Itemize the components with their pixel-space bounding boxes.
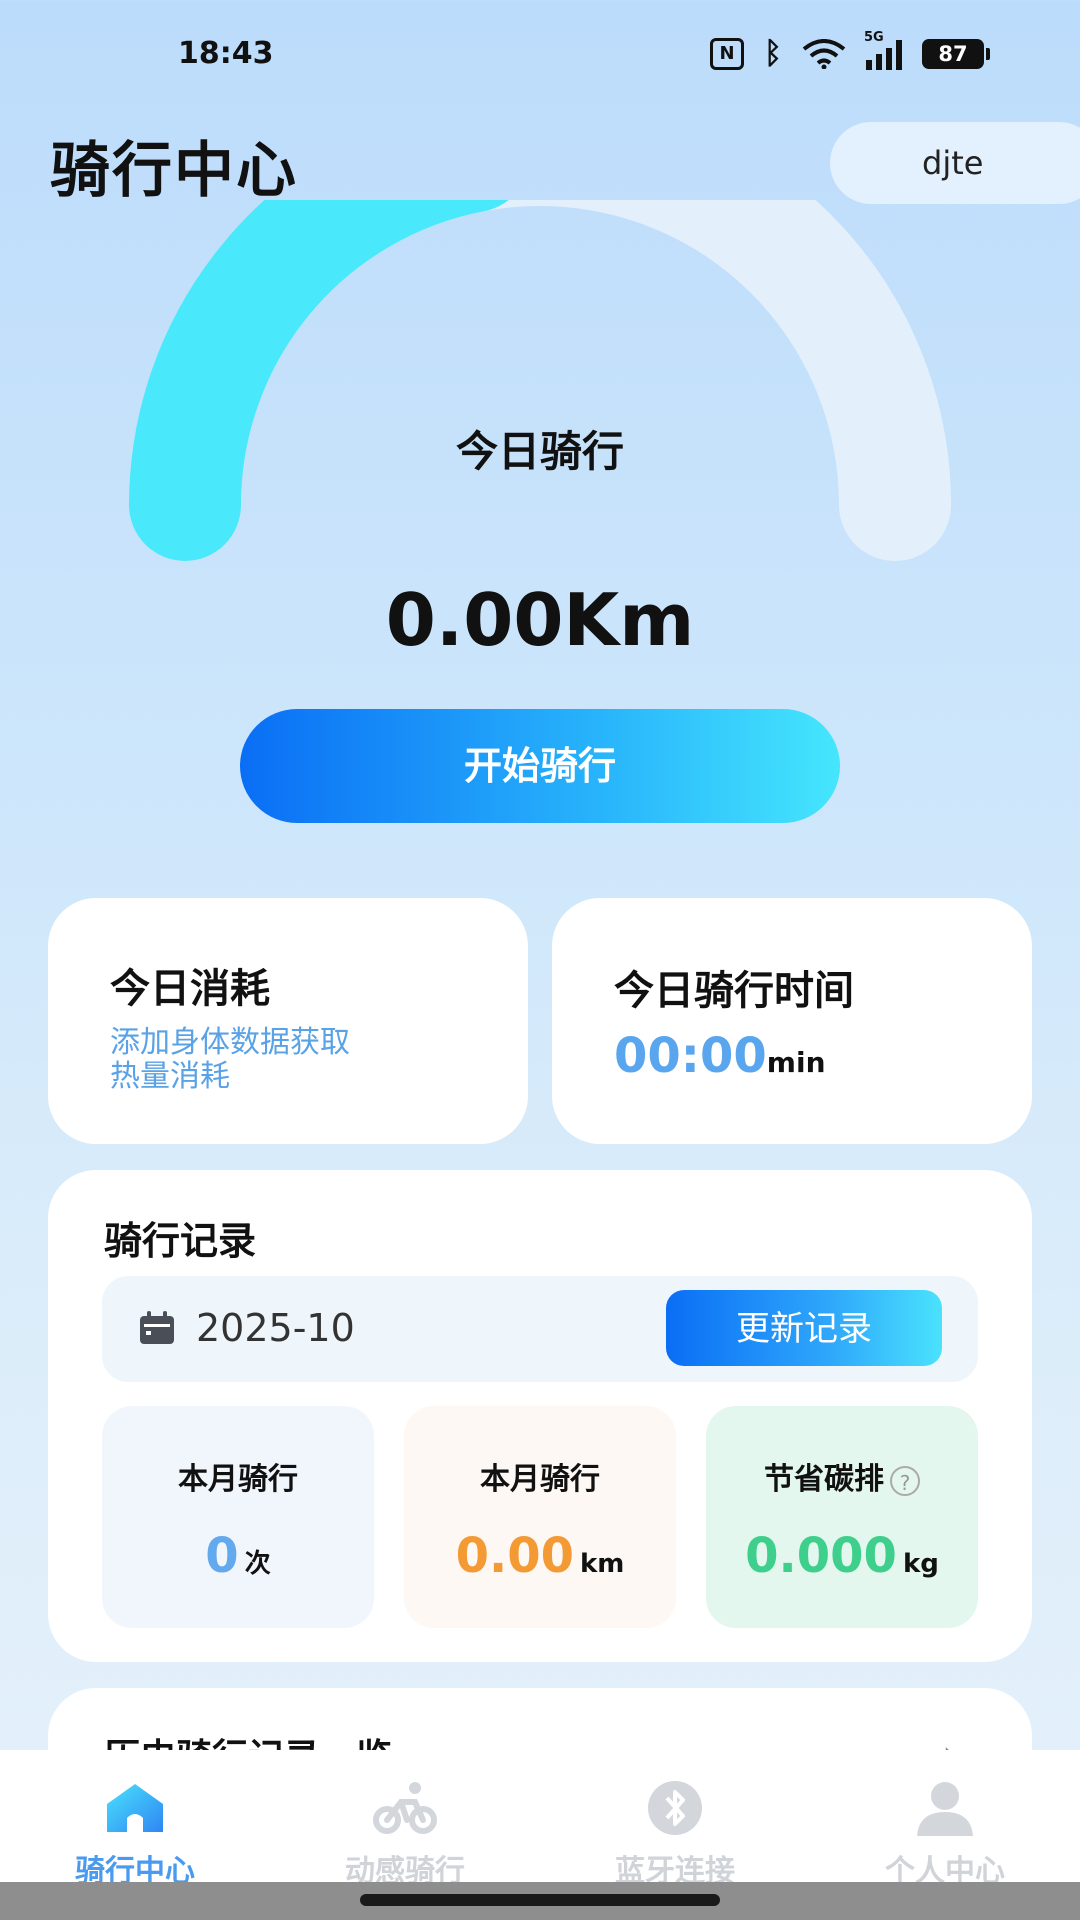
stat-label: 节省碳排 [764,1462,884,1497]
home-icon [107,1784,163,1832]
stat-label: 本月骑行 [480,1462,600,1497]
start-ride-button[interactable]: 开始骑行 [240,709,840,823]
network-type-label: 5G [864,29,884,45]
tab-profile[interactable]: 个人中心 [810,1780,1080,1890]
tab-spinning[interactable]: 动感骑行 [270,1780,540,1890]
stat-value: 0 [205,1528,239,1584]
stat-value: 0.00 [455,1528,575,1584]
time-value-row: 00:00min [614,1028,826,1084]
time-value: 00:00 [614,1028,767,1084]
stat-ride-count: 本月骑行 0次 [102,1406,374,1628]
wifi-icon [802,38,846,69]
page-title: 骑行中心 [50,136,298,206]
calories-hint-line2: 热量消耗 [110,1059,230,1094]
selected-month: 2025-10 [196,1306,355,1350]
today-distance-value: 0.00Km [385,578,695,662]
calories-hint-line1: 添加身体数据获取 [110,1025,350,1060]
person-icon [917,1782,973,1836]
stat-value-row: 0.000 kg [706,1528,978,1584]
battery-icon: 87 [922,38,990,69]
month-selector[interactable]: 2025-10 更新记录 [102,1276,978,1382]
today-distance-gauge [129,200,951,561]
user-chip[interactable]: djte [830,122,1080,204]
today-calories-card[interactable]: 今日消耗 添加身体数据获取 热量消耗 [48,898,528,1144]
bluetooth-status-icon: ᛒ [764,36,782,71]
cell-signal-icon: 5G [864,30,902,70]
calories-title: 今日消耗 [110,966,270,1012]
stat-unit: km [580,1549,625,1579]
status-icons: N ᛒ 5G 87 [710,30,990,71]
nfc-icon: N [710,37,744,70]
ride-records-card: 骑行记录 2025-10 更新记录 本月骑行 0次 本月骑行 0.00 km 节省… [48,1170,1032,1662]
time-title: 今日骑行时间 [614,968,854,1014]
stat-value-row: 0次 [102,1528,374,1584]
records-title: 骑行记录 [104,1219,257,1263]
stat-label-row: 节省碳排? [706,1454,978,1498]
update-records-button[interactable]: 更新记录 [666,1290,942,1366]
status-bar: 18:43 N ᛒ 5G 87 [0,0,1080,110]
stat-ride-distance: 本月骑行 0.00 km [404,1406,676,1628]
stat-label: 本月骑行 [178,1462,298,1497]
stat-carbon-saved: 节省碳排? 0.000 kg [706,1406,978,1628]
tab-ride-center[interactable]: 骑行中心 [0,1780,270,1890]
time-unit: min [766,1046,826,1079]
home-indicator[interactable] [360,1894,720,1906]
bluetooth-icon [648,1781,702,1835]
today-time-card: 今日骑行时间 00:00min [552,898,1032,1144]
stat-unit: kg [902,1549,939,1579]
tab-bluetooth[interactable]: 蓝牙连接 [540,1780,810,1890]
stat-value-row: 0.00 km [404,1528,676,1584]
bicycle-icon [373,1782,437,1834]
gauge-label: 今日骑行 [455,427,624,476]
calories-hint: 添加身体数据获取 热量消耗 [110,1026,350,1094]
stat-unit: 次 [244,1549,271,1579]
help-icon[interactable]: ? [890,1465,920,1496]
status-time: 18:43 [178,36,274,71]
calendar-icon [140,1311,174,1344]
stat-value: 0.000 [745,1528,897,1584]
